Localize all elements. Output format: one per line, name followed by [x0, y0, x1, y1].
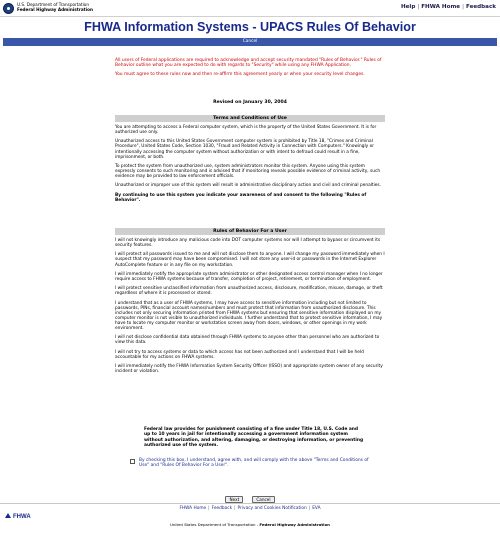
terms-paragraph: Unauthorized or improper use of this sys… [115, 183, 382, 189]
feedback-link[interactable]: Feedback [466, 4, 496, 10]
agency-name: U.S. Department of Transportation Federa… [17, 2, 93, 12]
fhwa-logo-icon: FHWA [5, 513, 31, 520]
rules-heading: Rules of Behavior For a User [115, 228, 385, 235]
fhwa-home-link[interactable]: FHWA Home [421, 4, 460, 10]
rules-body: I will not knowingly introduce any malic… [115, 238, 385, 378]
terms-heading: Terms and Conditions of Use [115, 115, 385, 122]
fhwa-logo-text: FHWA [13, 514, 31, 520]
footer-links: FHWA Home | Feedback | Privacy and Cookies N… [179, 506, 321, 511]
terms-paragraph: You are attempting to access a Federal c… [115, 125, 377, 136]
title-area: FHWA Information Systems - UPACS Rules O… [0, 17, 500, 38]
footer-dot-text: United States Department of Transportati… [170, 522, 260, 527]
rule-paragraph: I understand that as a user of FHWA syst… [115, 300, 383, 332]
agency-line-2: Federal Highway Administration [17, 7, 93, 12]
federal-law-warning: Federal law provides for punishment cons… [144, 427, 364, 448]
dot-seal-icon [3, 3, 14, 14]
top-links: Help | FHWA Home | Feedback [400, 4, 496, 10]
terms-body: You are attempting to access a Federal c… [115, 125, 385, 207]
intro-paragraph-1: All users of Federal applications are re… [115, 58, 382, 69]
rule-paragraph: I will not disclose confidential data ob… [115, 335, 380, 346]
intro-paragraph-2: You must agree to these rules now and th… [115, 72, 365, 78]
footer-fhwa-text: Federal Highway Administration [259, 522, 330, 527]
terms-paragraph: Unauthorized access to this United State… [115, 139, 374, 160]
rule-paragraph: I will protect sensitive unclassified in… [115, 286, 383, 297]
terms-paragraph: To protect the system from unauthorized … [115, 163, 381, 180]
rule-paragraph: I will immediately notify the FHWA Infor… [115, 364, 383, 375]
help-link[interactable]: Help [401, 4, 415, 10]
cancel-link[interactable]: Cancel [3, 38, 497, 46]
revised-date: Revised on January 30, 2004 [213, 100, 287, 105]
agree-label[interactable]: By checking this box, I understand, agre… [139, 458, 379, 468]
footer-agency-line: United States Department of Transportati… [0, 522, 500, 527]
site-header: U.S. Department of Transportation Federa… [0, 0, 500, 17]
agree-checkbox[interactable] [130, 459, 135, 464]
rule-paragraph: I will immediately notify the appropriat… [115, 271, 383, 282]
terms-paragraph: By continuing to use this system you ind… [115, 192, 367, 203]
form-buttons: Next Cancel [0, 486, 500, 503]
footer-fhwa-home-link[interactable]: FHWA Home [179, 506, 206, 511]
cancel-button[interactable]: Cancel [252, 496, 275, 503]
intro-notice: All users of Federal applications are re… [115, 58, 385, 82]
rule-paragraph: I will not knowingly introduce any malic… [115, 238, 381, 249]
rule-paragraph: I will not try to access systems or data… [115, 349, 364, 360]
footer-privacy-link[interactable]: Privacy and Cookies Notification [238, 506, 307, 511]
footer-feedback-link[interactable]: Feedback [212, 506, 232, 511]
page-title: FHWA Information Systems - UPACS Rules O… [84, 20, 416, 34]
rule-paragraph: I will protect all passwords issued to m… [115, 252, 385, 268]
next-button[interactable]: Next [225, 496, 244, 503]
main-content: All users of Federal applications are re… [0, 46, 500, 492]
footer-eva-link[interactable]: EVA [312, 506, 320, 511]
